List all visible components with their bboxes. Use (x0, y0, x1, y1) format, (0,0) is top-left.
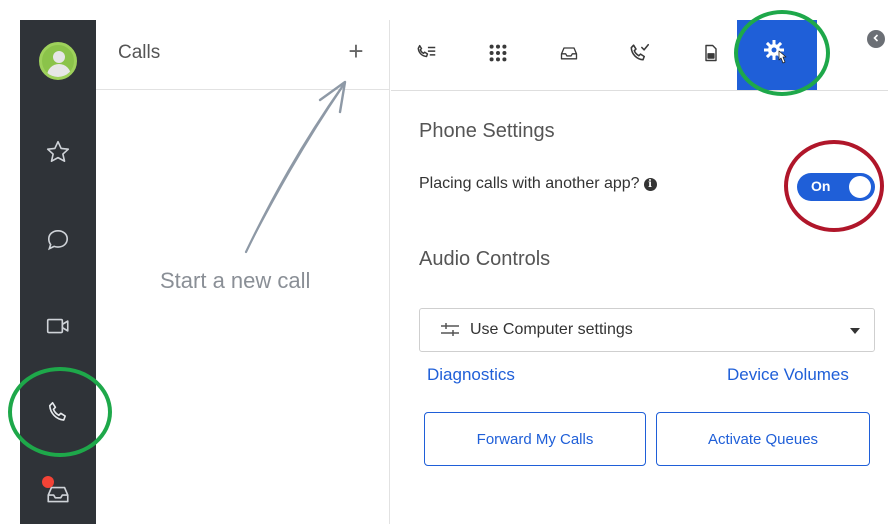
cursor-hand-icon (778, 50, 787, 63)
chat-bubble-icon (45, 227, 71, 253)
phone-settings-heading: Phone Settings (419, 120, 555, 142)
tab-bar (391, 20, 888, 91)
collapse-button[interactable] (867, 30, 885, 48)
chevron-left-icon (871, 30, 881, 48)
phone-icon (45, 399, 71, 425)
settings-gear-icon (762, 38, 792, 73)
avatar[interactable] (39, 42, 77, 80)
call-list-icon (416, 42, 438, 69)
settings-panel: Phone Settings Placing calls with anothe… (391, 20, 888, 524)
sliders-icon (440, 322, 460, 343)
placing-calls-label: Placing calls with another app? (419, 175, 640, 192)
activate-queues-button[interactable]: Activate Queues (656, 412, 870, 466)
tab-call-history[interactable] (610, 20, 670, 90)
tab-dialpad[interactable] (468, 20, 528, 90)
toggle-knob (849, 176, 871, 198)
star-icon (45, 139, 71, 165)
chevron-down-icon (850, 328, 860, 334)
audio-settings-value: Use Computer settings (470, 321, 633, 338)
call-history-icon (629, 42, 651, 69)
placing-calls-toggle[interactable]: On (797, 173, 875, 201)
forward-my-calls-button[interactable]: Forward My Calls (424, 412, 646, 466)
tab-settings[interactable] (737, 20, 817, 90)
fax-icon (701, 43, 721, 68)
favorites-nav-item[interactable] (20, 122, 96, 182)
navigation-rail (20, 20, 96, 524)
info-icon[interactable]: i (643, 178, 657, 191)
video-camera-icon (45, 313, 71, 339)
placing-calls-row: Placing calls with another app? i (419, 175, 657, 193)
notification-badge (42, 476, 54, 488)
device-volumes-link[interactable]: Device Volumes (727, 365, 849, 385)
messages-nav-item[interactable] (20, 210, 96, 270)
inbox-nav-item[interactable] (20, 464, 96, 524)
video-nav-item[interactable] (20, 296, 96, 356)
toggle-state-label: On (811, 178, 831, 194)
tab-call-list[interactable] (397, 20, 457, 90)
calls-panel: Calls + Start a new call (96, 20, 390, 524)
tab-fax[interactable] (681, 20, 741, 90)
diagnostics-link[interactable]: Diagnostics (427, 365, 515, 385)
audio-settings-select[interactable]: Use Computer settings (419, 308, 875, 352)
dialpad-icon (487, 42, 509, 69)
empty-state-text: Start a new call (160, 268, 311, 293)
audio-controls-heading: Audio Controls (419, 248, 551, 270)
tab-voicemail[interactable] (539, 20, 599, 90)
phone-nav-item[interactable] (20, 382, 96, 442)
voicemail-tray-icon (559, 43, 579, 68)
